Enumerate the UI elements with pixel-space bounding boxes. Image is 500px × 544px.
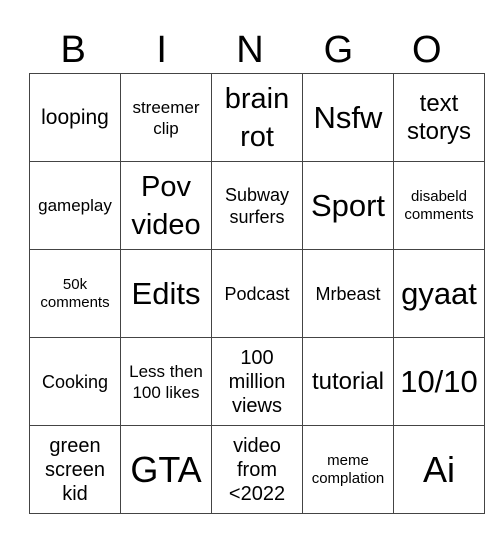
bingo-cell[interactable]: Ai [393,425,485,514]
bingo-cell[interactable]: 10/10 [393,337,485,426]
bingo-cell[interactable]: Mrbeast [302,249,394,338]
header-letter-i: I [156,29,167,71]
bingo-row: looping streemer clip brain rot Nsfw tex… [29,73,485,162]
bingo-cell[interactable]: Nsfw [302,73,394,162]
bingo-cell[interactable]: gyaat [393,249,485,338]
bingo-row: Cooking Less then 100 likes 100 million … [29,337,485,426]
bingo-cell[interactable]: Cooking [29,337,121,426]
bingo-cell[interactable]: GTA [120,425,212,514]
header-letter-n: N [236,29,264,71]
header-letter-o: O [412,29,442,71]
bingo-card: looping streemer clip brain rot Nsfw tex… [29,73,485,514]
bingo-row: green screen kid GTA video from <2022 me… [29,425,485,514]
bingo-row: gameplay Pov video Subway surfers Sport … [29,161,485,250]
bingo-cell[interactable]: tutorial [302,337,394,426]
bingo-cell[interactable]: 50k comments [29,249,121,338]
bingo-cell[interactable]: Edits [120,249,212,338]
bingo-cell[interactable]: Podcast [211,249,303,338]
bingo-cell[interactable]: brain rot [211,73,303,162]
header-letter-b: B [60,29,86,71]
bingo-cell[interactable]: looping [29,73,121,162]
bingo-cell[interactable]: streemer clip [120,73,212,162]
bingo-cell[interactable]: Subway surfers [211,161,303,250]
bingo-cell[interactable]: disabeld comments [393,161,485,250]
bingo-row: 50k comments Edits Podcast Mrbeast gyaat [29,249,485,338]
bingo-cell[interactable]: Less then 100 likes [120,337,212,426]
bingo-cell[interactable]: Pov video [120,161,212,250]
bingo-cell[interactable]: green screen kid [29,425,121,514]
bingo-header: B I N G O [29,28,471,72]
bingo-cell[interactable]: meme complation [302,425,394,514]
bingo-cell[interactable]: gameplay [29,161,121,250]
bingo-cell[interactable]: Sport [302,161,394,250]
bingo-cell[interactable]: video from <2022 [211,425,303,514]
bingo-cell[interactable]: text storys [393,73,485,162]
header-letter-g: G [323,29,354,71]
bingo-cell[interactable]: 100 million views [211,337,303,426]
